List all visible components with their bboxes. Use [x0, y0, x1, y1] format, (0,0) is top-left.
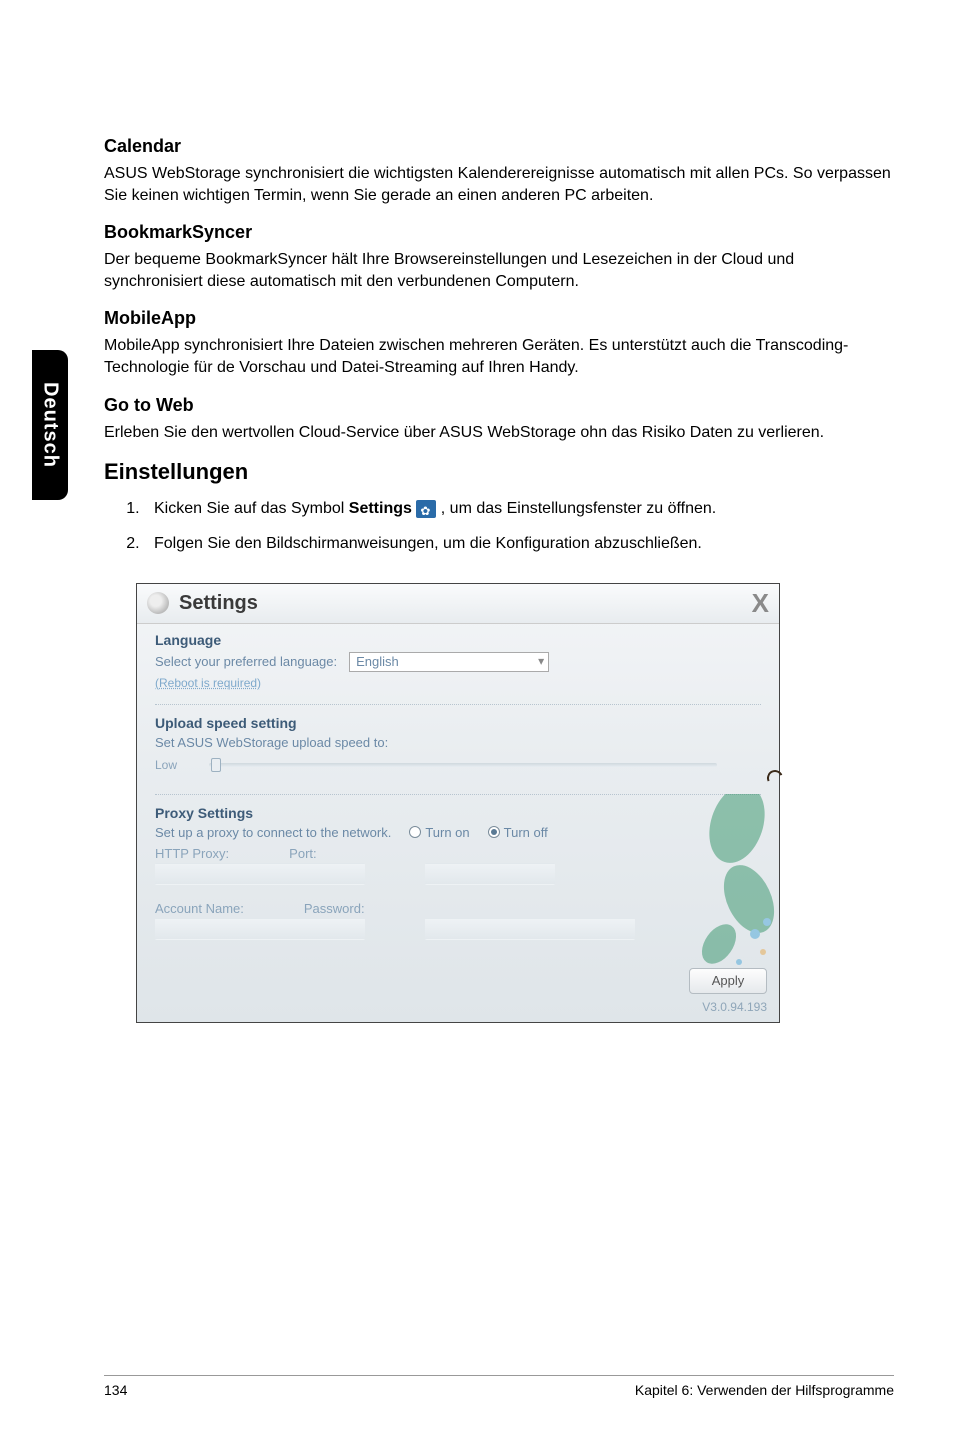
dialog-header: Settings X: [137, 584, 779, 624]
version-label: V3.0.94.193: [137, 1000, 779, 1022]
gotoweb-title: Go to Web: [104, 395, 894, 416]
http-proxy-input[interactable]: [155, 863, 365, 885]
proxy-label: Set up a proxy to connect to the network…: [155, 825, 391, 840]
port-input[interactable]: [425, 863, 555, 885]
calendar-text: ASUS WebStorage synchronisiert die wicht…: [104, 163, 894, 206]
reboot-hint: (Reboot is required): [155, 676, 761, 690]
settings-inline-icon: [416, 500, 436, 518]
proxy-turn-on-radio[interactable]: Turn on: [409, 825, 469, 840]
port-label: Port:: [289, 846, 316, 861]
mobile-title: MobileApp: [104, 308, 894, 329]
slider-low-label: Low: [155, 758, 201, 772]
language-select[interactable]: English: [349, 652, 549, 672]
bookmark-text: Der bequeme BookmarkSyncer hält Ihre Bro…: [104, 249, 894, 292]
upload-heading: Upload speed setting: [155, 715, 761, 731]
slider-handle[interactable]: [211, 758, 221, 772]
account-name-input[interactable]: [155, 918, 365, 940]
upload-label: Set ASUS WebStorage upload speed to:: [155, 735, 761, 750]
step1-post: , um das Einstellungsfenster zu öffnen.: [436, 500, 716, 517]
apply-label: Apply: [712, 973, 745, 988]
proxy-turn-off-radio[interactable]: Turn off: [488, 825, 548, 840]
dialog-body: Language Select your preferred language:…: [137, 624, 779, 962]
apply-button[interactable]: Apply: [689, 968, 767, 994]
step1-bold: Settings: [349, 500, 412, 517]
page-footer: 134 Kapitel 6: Verwenden der Hilfsprogra…: [104, 1375, 894, 1398]
password-label: Password:: [304, 901, 365, 916]
turn-off-label: Turn off: [504, 825, 548, 840]
section-bookmark: BookmarkSyncer Der bequeme BookmarkSynce…: [104, 222, 894, 292]
radio-icon: [409, 826, 421, 838]
turn-on-label: Turn on: [425, 825, 469, 840]
steps-list: Kicken Sie auf das Symbol Settings , um …: [104, 495, 894, 559]
mobile-text: MobileApp synchronisiert Ihre Dateien zw…: [104, 335, 894, 378]
language-group: Language Select your preferred language:…: [155, 632, 761, 690]
side-tab-label: Deutsch: [39, 382, 62, 468]
upload-group: Upload speed setting Set ASUS WebStorage…: [155, 715, 761, 780]
proxy-group: Proxy Settings Set up a proxy to connect…: [155, 805, 761, 940]
password-input[interactable]: [425, 918, 635, 940]
bookmark-title: BookmarkSyncer: [104, 222, 894, 243]
account-name-label: Account Name:: [155, 901, 244, 916]
divider: [155, 704, 761, 705]
http-proxy-label: HTTP Proxy:: [155, 846, 229, 861]
settings-dialog: Settings X Language Select your prefer: [136, 583, 780, 1023]
language-heading: Language: [155, 632, 761, 648]
proxy-heading: Proxy Settings: [155, 805, 761, 821]
step1-pre: Kicken Sie auf das Symbol: [154, 500, 349, 517]
language-value: English: [356, 654, 399, 669]
section-calendar: Calendar ASUS WebStorage synchronisiert …: [104, 136, 894, 206]
einstellungen-heading: Einstellungen: [104, 459, 894, 485]
page-number: 134: [104, 1382, 127, 1398]
step-2: Folgen Sie den Bildschirmanweisungen, um…: [144, 530, 894, 559]
radio-icon: [488, 826, 500, 838]
gotoweb-text: Erleben Sie den wertvollen Cloud-Service…: [104, 422, 894, 444]
chapter-label: Kapitel 6: Verwenden der Hilfsprogramme: [635, 1382, 894, 1398]
dialog-title: Settings: [179, 592, 258, 615]
step-1: Kicken Sie auf das Symbol Settings , um …: [144, 495, 894, 524]
language-label: Select your preferred language:: [155, 654, 337, 669]
close-icon[interactable]: X: [752, 588, 769, 619]
language-side-tab: Deutsch: [32, 350, 68, 500]
gear-icon: [147, 592, 169, 614]
divider: [155, 794, 761, 795]
apply-row: Apply: [137, 962, 779, 1000]
upload-speed-slider[interactable]: [209, 763, 717, 767]
page-content: Calendar ASUS WebStorage synchronisiert …: [104, 136, 894, 1023]
section-mobileapp: MobileApp MobileApp synchronisiert Ihre …: [104, 308, 894, 378]
calendar-title: Calendar: [104, 136, 894, 157]
section-gotoweb: Go to Web Erleben Sie den wertvollen Clo…: [104, 395, 894, 444]
